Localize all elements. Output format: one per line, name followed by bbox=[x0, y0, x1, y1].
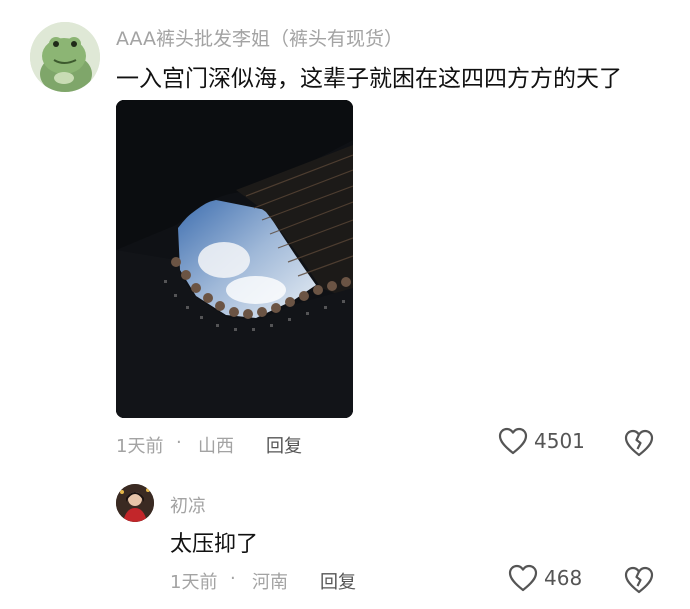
heart-icon bbox=[498, 427, 528, 455]
reply-separator: · bbox=[230, 568, 236, 589]
reply-avatar[interactable] bbox=[116, 484, 154, 522]
comment-text: 一入宫门深似海，这辈子就困在这四四方方的天了 bbox=[116, 66, 622, 92]
reply-dislike-button[interactable] bbox=[624, 566, 654, 598]
reply-avatar-icon bbox=[116, 484, 154, 522]
palace-courtyard-sky-photo bbox=[116, 100, 353, 418]
like-button[interactable]: 4501 bbox=[498, 427, 585, 455]
broken-heart-icon bbox=[624, 429, 654, 457]
reply-reply-button[interactable]: 回复 bbox=[320, 568, 356, 594]
reply-username[interactable]: 初凉 bbox=[170, 492, 206, 518]
comment-separator: · bbox=[176, 432, 182, 453]
reply-like-count: 468 bbox=[544, 566, 583, 590]
broken-heart-icon bbox=[624, 566, 654, 594]
reply-button[interactable]: 回复 bbox=[266, 432, 302, 458]
dislike-button[interactable] bbox=[624, 429, 654, 461]
comment-time: 1天前 bbox=[116, 436, 164, 457]
comment-username[interactable]: AAA裤头批发李姐（裤头有现货） bbox=[116, 24, 403, 51]
comment-location: 山西 bbox=[198, 436, 234, 457]
reply-text: 太压抑了 bbox=[170, 532, 259, 557]
frog-avatar-icon bbox=[30, 22, 100, 92]
reply-like-button[interactable]: 468 bbox=[508, 564, 582, 592]
reply-location: 河南 bbox=[252, 572, 288, 593]
comment-photo[interactable] bbox=[116, 100, 353, 418]
heart-icon bbox=[508, 564, 538, 592]
avatar[interactable] bbox=[30, 22, 100, 92]
reply-time: 1天前 bbox=[170, 572, 218, 593]
like-count: 4501 bbox=[534, 429, 585, 453]
